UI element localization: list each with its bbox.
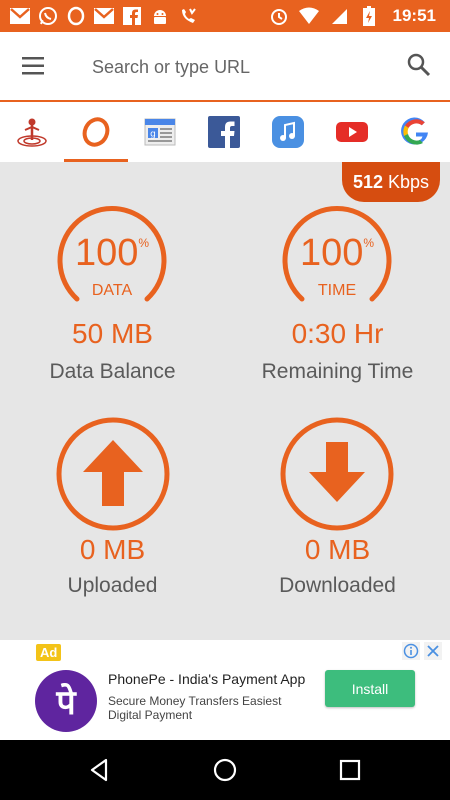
upload-icon <box>56 417 170 531</box>
time-gauge: 100% TIME <box>280 202 394 306</box>
ad-title: PhonePe - India's Payment App <box>108 671 306 687</box>
info-icon[interactable] <box>402 642 420 660</box>
speed-badge: 512 Kbps <box>342 162 440 202</box>
downloaded-value: 0 MB <box>304 534 371 565</box>
uploaded-value: 0 MB <box>79 534 146 565</box>
facebook-icon <box>208 116 240 148</box>
shortcut-music[interactable] <box>256 102 320 162</box>
remaining-time-caption: Remaining Time <box>261 360 414 383</box>
clock: 19:51 <box>392 6 436 25</box>
hamburger-icon <box>22 57 44 75</box>
shortcut-location[interactable] <box>0 102 64 162</box>
remaining-time-value: 0:30 Hr <box>291 318 384 349</box>
svg-text:g: g <box>150 130 156 140</box>
ad-badge: Ad <box>36 644 62 661</box>
status-bar: 19:51 <box>0 0 450 32</box>
whatsapp-icon <box>38 6 58 26</box>
google-icon <box>401 117 428 145</box>
missed-call-icon <box>178 6 198 26</box>
battery-charging-icon <box>359 6 379 26</box>
android-icon <box>150 6 170 26</box>
time-percent: 100% <box>299 232 375 274</box>
speed-value: 512 <box>352 171 383 192</box>
opera-icon <box>82 117 110 147</box>
shortcut-google[interactable] <box>384 102 448 162</box>
gmail-icon <box>94 6 114 26</box>
close-icon[interactable] <box>424 642 442 660</box>
address-bar <box>0 32 450 102</box>
data-balance-caption: Data Balance <box>49 360 176 383</box>
gmail-icon <box>10 6 30 26</box>
facebook-icon <box>122 6 142 26</box>
shortcut-opera[interactable] <box>64 102 128 162</box>
news-icon: g <box>144 118 176 146</box>
ad-banner[interactable]: Ad पे PhonePe - India's Payment App Secu… <box>0 640 450 740</box>
download-icon <box>280 417 394 531</box>
time-gauge-label: TIME <box>317 282 357 299</box>
notification-icons <box>10 6 198 26</box>
search-input[interactable] <box>90 50 394 84</box>
alarm-icon <box>269 6 289 26</box>
system-icons: 19:51 <box>269 6 436 26</box>
wifi-icon <box>298 6 319 26</box>
shortcut-youtube[interactable] <box>320 102 384 162</box>
phonepe-logo: पे <box>35 670 97 732</box>
data-percent: 100% <box>74 232 150 274</box>
youtube-icon <box>336 122 368 142</box>
downloaded-caption: Downloaded <box>279 574 396 597</box>
back-icon[interactable] <box>86 756 114 784</box>
home-icon[interactable] <box>211 756 239 784</box>
recents-icon[interactable] <box>336 756 364 784</box>
uploaded-caption: Uploaded <box>67 574 158 597</box>
search-button[interactable] <box>406 52 432 78</box>
menu-button[interactable] <box>18 52 48 80</box>
speed-unit: Kbps <box>388 171 430 192</box>
data-gauge-label: DATA <box>91 282 133 299</box>
signal-icon <box>329 6 349 26</box>
navigation-bar <box>0 740 450 800</box>
shortcut-facebook[interactable] <box>192 102 256 162</box>
data-gauge: 100% DATA <box>55 202 169 306</box>
shortcut-bar: g <box>0 102 450 162</box>
music-icon <box>272 116 304 148</box>
location-icon <box>17 118 47 147</box>
shortcut-news[interactable]: g <box>128 102 192 162</box>
ad-description: Secure Money Transfers Easiest Digital P… <box>108 694 282 722</box>
data-balance-value: 50 MB <box>72 318 153 349</box>
search-icon <box>407 53 431 77</box>
dashboard: 512 Kbps 100% DATA 50 MB Data Balance 10… <box>0 162 450 640</box>
opera-icon <box>66 6 86 26</box>
install-button[interactable]: Install <box>325 670 415 707</box>
